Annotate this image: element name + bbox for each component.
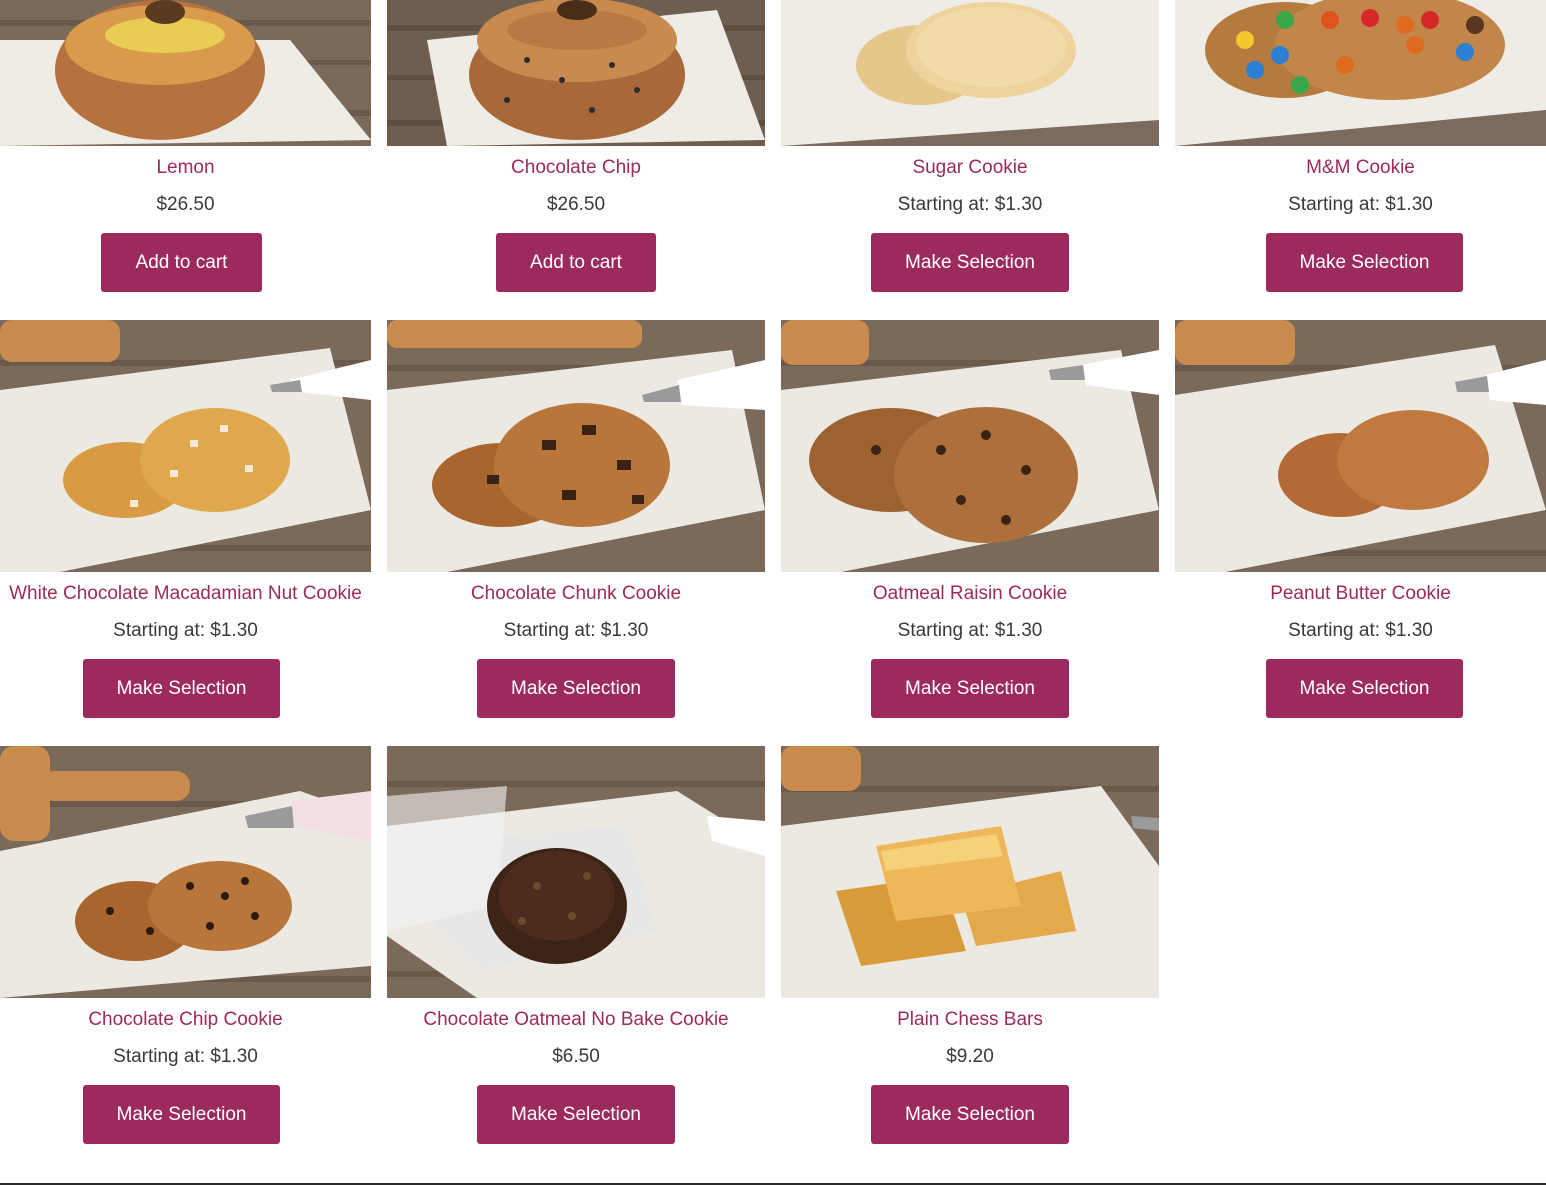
product-title[interactable]: Lemon	[0, 157, 371, 179]
make-selection-button[interactable]: Make Selection	[1266, 659, 1463, 718]
product-title[interactable]: Plain Chess Bars	[781, 1009, 1159, 1031]
product-price: Starting at: $1.30	[897, 194, 1043, 215]
product-title[interactable]: Sugar Cookie	[781, 157, 1159, 179]
product-title[interactable]: M&M Cookie	[1175, 157, 1546, 179]
product-price: $26.50	[546, 194, 606, 215]
product-price: $6.50	[552, 1046, 600, 1067]
product-image[interactable]	[1175, 0, 1546, 146]
product-title[interactable]: Chocolate Chunk Cookie	[387, 583, 765, 605]
make-selection-button[interactable]: Make Selection	[83, 659, 280, 718]
make-selection-button[interactable]: Make Selection	[83, 1085, 280, 1144]
make-selection-button[interactable]: Make Selection	[477, 659, 675, 718]
product-price: Starting at: $1.30	[1288, 620, 1433, 641]
make-selection-button[interactable]: Make Selection	[1266, 233, 1463, 292]
product-price: Starting at: $1.30	[113, 620, 258, 641]
make-selection-button[interactable]: Make Selection	[871, 659, 1069, 718]
product-price: $9.20	[946, 1046, 994, 1067]
product-image[interactable]	[781, 746, 1159, 998]
add-to-cart-button[interactable]: Add to cart	[496, 233, 656, 292]
product-price: Starting at: $1.30	[897, 620, 1043, 641]
product-card: Peanut Butter Cookie Starting at: $1.30 …	[1175, 320, 1546, 720]
product-card: Chocolate Chip Cookie Starting at: $1.30…	[0, 746, 371, 1146]
product-image[interactable]	[0, 0, 371, 146]
product-image[interactable]	[781, 0, 1159, 146]
product-title[interactable]: White Chocolate Macadamian Nut Cookie	[0, 583, 371, 605]
product-image[interactable]	[0, 320, 371, 572]
product-price: $26.50	[156, 194, 215, 215]
make-selection-button[interactable]: Make Selection	[871, 233, 1069, 292]
product-card: Plain Chess Bars $9.20 Make Selection	[781, 746, 1159, 1146]
product-image[interactable]	[387, 0, 765, 146]
product-image[interactable]	[1175, 320, 1546, 572]
make-selection-button[interactable]: Make Selection	[871, 1085, 1069, 1144]
product-image[interactable]	[387, 746, 765, 998]
product-image[interactable]	[781, 320, 1159, 572]
product-card: Oatmeal Raisin Cookie Starting at: $1.30…	[781, 320, 1159, 720]
product-title[interactable]: Peanut Butter Cookie	[1175, 583, 1546, 605]
product-card: Chocolate Chip $26.50 Add to cart	[387, 0, 765, 300]
product-price: Starting at: $1.30	[113, 1046, 258, 1067]
product-image[interactable]	[387, 320, 765, 572]
product-title[interactable]: Chocolate Chip	[387, 157, 765, 179]
product-card: Sugar Cookie Starting at: $1.30 Make Sel…	[781, 0, 1159, 300]
product-card: M&M Cookie Starting at: $1.30 Make Selec…	[1175, 0, 1546, 300]
product-card: Chocolate Chunk Cookie Starting at: $1.3…	[387, 320, 765, 720]
add-to-cart-button[interactable]: Add to cart	[101, 233, 262, 292]
product-card: White Chocolate Macadamian Nut Cookie St…	[0, 320, 371, 720]
product-image[interactable]	[0, 746, 371, 998]
product-card: Chocolate Oatmeal No Bake Cookie $6.50 M…	[387, 746, 765, 1146]
product-card: Lemon $26.50 Add to cart	[0, 0, 371, 300]
product-title[interactable]: Oatmeal Raisin Cookie	[781, 583, 1159, 605]
product-price: Starting at: $1.30	[503, 620, 649, 641]
product-title[interactable]: Chocolate Oatmeal No Bake Cookie	[387, 1009, 765, 1031]
make-selection-button[interactable]: Make Selection	[477, 1085, 675, 1144]
product-title[interactable]: Chocolate Chip Cookie	[0, 1009, 371, 1031]
product-price: Starting at: $1.30	[1288, 194, 1433, 215]
